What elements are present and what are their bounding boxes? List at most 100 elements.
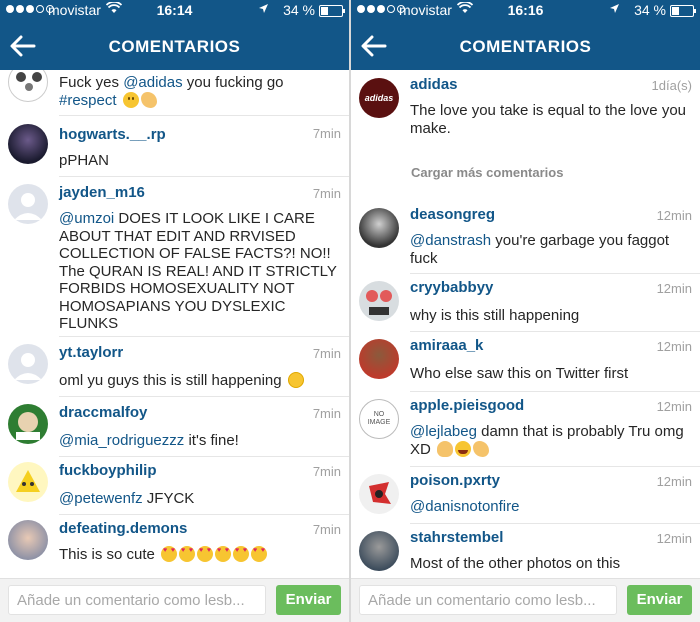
divider [410,466,700,467]
divider [59,115,349,116]
crying-emoji-icon [287,372,304,388]
comment-time: 12min [656,399,692,414]
divider [410,273,700,274]
avatar[interactable] [8,520,48,560]
comment-text: @lejlabeg damn that is probably Tru omg … [410,423,684,458]
avatar[interactable] [359,339,399,379]
battery-icon [319,5,345,17]
left-screen: movistar 16:14 34 % COMENTARIOS Fuck yes… [0,0,349,622]
nav-bar: COMENTARIOS [0,22,349,70]
smile-emoji-icon [122,91,139,108]
comment-text: Fuck yes @adidas you fucking go #respect [59,74,284,109]
divider [410,331,700,332]
avatar[interactable] [8,462,48,502]
divider [59,514,349,515]
heart-eyes-emoji-icon [233,546,250,562]
comment-username[interactable]: fuckboyphilip [59,462,157,479]
comment-time: 12min [656,281,692,296]
status-bar: movistar 16:16 34 % [351,0,700,22]
mention-link[interactable]: @umzoi [59,210,114,227]
status-bar: movistar 16:14 34 % [0,0,349,22]
location-arrow-icon [258,2,269,17]
mention-link[interactable]: @petewenfz [59,490,143,507]
mention-link[interactable]: @danstrash [410,232,491,249]
mention-link[interactable]: @lejlabeg [410,423,477,440]
ok-hand-emoji-icon [437,440,454,457]
caption-text: The love you take is equal to the love y… [410,102,687,137]
avatar[interactable] [8,344,48,384]
avatar[interactable] [359,281,399,321]
comment-time: 7min [312,186,341,201]
mention-link[interactable]: @adidas [123,74,182,91]
avatar-logo-text: adidas [364,93,394,103]
comment-time: 7min [312,464,341,479]
page-title: COMENTARIOS [108,37,241,56]
comment-input[interactable]: Añade un comentario como lesb... [359,585,617,615]
avatar[interactable] [359,474,399,514]
divider [59,176,349,177]
comment-bar: Añade un comentario como lesb... Enviar [351,578,700,622]
nav-bar: COMENTARIOS [351,22,700,70]
comment-time: 12min [656,531,692,546]
comments-list: Fuck yes @adidas you fucking go #respect… [0,70,349,578]
avatar[interactable] [8,124,48,164]
clap-emoji-icon [140,91,157,108]
comment-username[interactable]: jayden_m16 [59,184,145,201]
comment-username[interactable]: stahrstembel [410,529,503,546]
location-arrow-icon [609,2,620,17]
laughing-emoji-icon [455,440,472,457]
comments-list: adidas adidas 1día(s) The love you take … [351,70,700,578]
comment-text: pPHAN [59,152,110,169]
comment-username[interactable]: draccmalfoy [59,404,147,421]
battery-percent: 34 % [283,2,315,18]
comment-input[interactable]: Añade un comentario como lesb... [8,585,266,615]
page-title: COMENTARIOS [459,37,592,56]
comment-time: 7min [312,406,341,421]
avatar[interactable] [8,184,48,224]
comment-time: 7min [312,522,341,537]
comment-username[interactable]: amiraaa_k [410,337,483,354]
comment-username[interactable]: poison.pxrty [410,472,500,489]
no-image-label: NO IMAGE [367,411,391,426]
load-more-button[interactable]: Cargar más comentarios [411,165,563,180]
send-button[interactable]: Enviar [276,585,341,615]
comment-time: 1día(s) [651,78,692,93]
avatar[interactable] [359,208,399,248]
avatar[interactable]: NO IMAGE [359,399,399,439]
comment-time: 7min [312,346,341,361]
send-button[interactable]: Enviar [627,585,692,615]
avatar[interactable] [8,404,48,444]
comment-username[interactable]: yt.taylorr [59,344,123,361]
comment-username[interactable]: apple.pieisgood [410,397,524,414]
divider [410,391,700,392]
comment-text: Most of the other photos on this [410,555,621,572]
avatar[interactable] [359,531,399,571]
hashtag-link[interactable]: #respect [59,92,117,109]
clap-emoji-icon [473,440,490,457]
mention-link[interactable]: @danisnotonfire [410,498,519,515]
comment-time: 12min [656,208,692,223]
comment-username[interactable]: defeating.demons [59,520,187,537]
comment-text: @mia_rodriguezzz it's fine! [59,432,239,449]
heart-eyes-emoji-icon [161,546,178,562]
comment-username[interactable]: adidas [410,76,458,93]
comment-username[interactable]: hogwarts.__.rp [59,126,166,143]
right-screen: movistar 16:16 34 % COMENTARIOS adidas a… [351,0,700,622]
heart-eyes-emoji-icon [179,546,196,562]
heart-eyes-emoji-icon [215,546,232,562]
battery-icon [670,5,696,17]
comment-text: @danisnotonfire [410,498,694,516]
mention-link[interactable]: @mia_rodriguezzz [59,432,184,449]
comment-username[interactable]: deasongreg [410,206,495,223]
comment-time: 12min [656,339,692,354]
divider [59,396,349,397]
avatar[interactable] [8,70,48,102]
avatar[interactable]: adidas [359,78,399,118]
comment-text: This is so cute [59,546,343,564]
divider [410,523,700,524]
comment-bar: Añade un comentario como lesb... Enviar [0,578,349,622]
comment-text: oml yu guys this is still happening [59,372,343,390]
divider [59,456,349,457]
comment-text: why is this still happening [410,307,580,324]
comment-username[interactable]: cryybabbyy [410,279,493,296]
